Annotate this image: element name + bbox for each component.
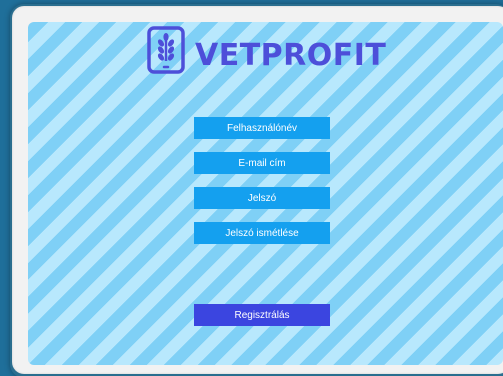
registration-screen: VETPROFIT Felhasználónév E-mail cím Jels… <box>28 22 503 365</box>
password-confirm-field[interactable]: Jelszó ismétlése <box>194 222 330 244</box>
username-field[interactable]: Felhasználónév <box>194 117 330 139</box>
password-field[interactable]: Jelszó <box>194 187 330 209</box>
email-field[interactable]: E-mail cím <box>194 152 330 174</box>
tablet-wheat-icon <box>147 26 185 74</box>
register-button[interactable]: Regisztrálás <box>194 304 330 326</box>
brand-name: VETPROFIT <box>195 38 387 73</box>
app-logo: VETPROFIT <box>145 26 386 74</box>
